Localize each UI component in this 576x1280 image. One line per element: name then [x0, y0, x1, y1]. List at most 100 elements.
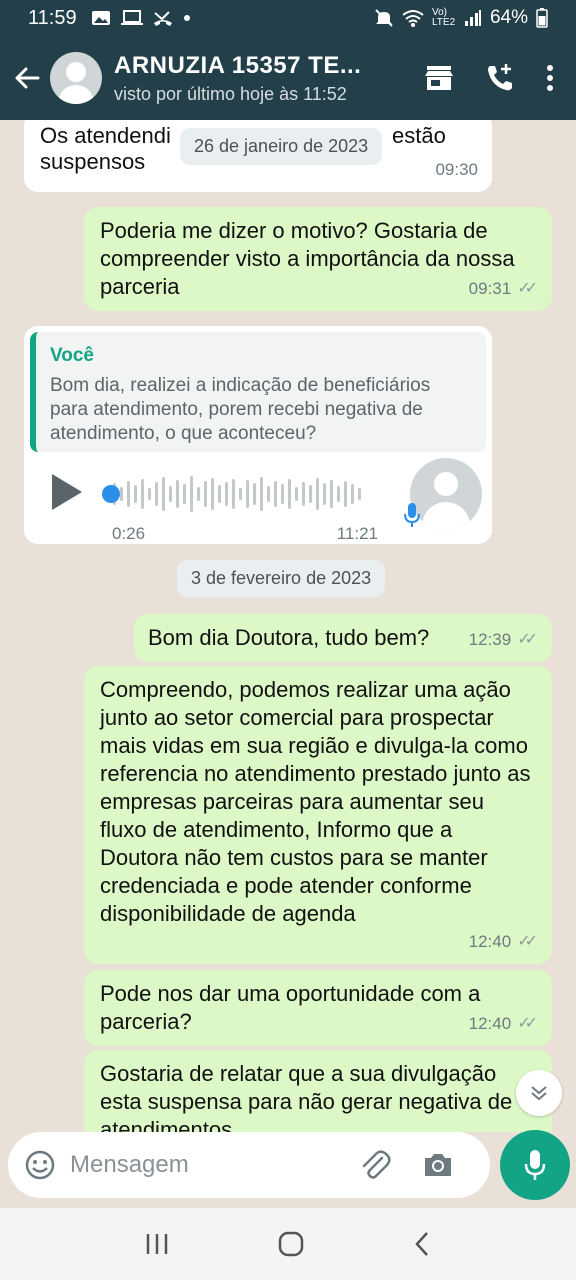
dot-icon — [183, 15, 190, 21]
waveform-bar — [260, 477, 263, 511]
notification-icons — [91, 9, 191, 27]
waveform-bar — [302, 482, 305, 506]
waveform-bar — [190, 476, 193, 512]
gallery-icon — [91, 11, 110, 25]
waveform-bar — [211, 478, 214, 510]
waveform[interactable] — [106, 474, 396, 514]
emoji-icon[interactable] — [24, 1149, 56, 1181]
network-label: Vo) LTE2 — [431, 7, 456, 28]
double-chevron-down-icon — [531, 1086, 547, 1101]
waveform-bar — [204, 481, 207, 507]
message-text: Pode nos dar uma oportunidade com a parc… — [100, 981, 481, 1034]
waveform-bar — [197, 487, 200, 501]
waveform-bar — [295, 487, 298, 501]
double-check-icon: ✓✓ — [517, 933, 538, 950]
message-outgoing[interactable]: Poderia me dizer o motivo? Gostaria de c… — [84, 207, 552, 311]
double-check-icon: ✓✓ — [517, 280, 538, 297]
wifi-icon — [402, 10, 424, 27]
waveform-bar — [253, 483, 256, 505]
message-meta: 12:40 ✓✓ — [469, 1010, 538, 1038]
message-time: 09:31 — [468, 279, 512, 298]
paperclip-icon[interactable] — [358, 1148, 392, 1182]
message-outgoing[interactable]: Compreendo, podemos realizar uma ação ju… — [84, 666, 552, 964]
message-meta: 09:30 — [435, 156, 478, 184]
message-text: Gostaria de relatar que a sua divulgação… — [100, 1061, 513, 1132]
chat-area[interactable]: Os atendendi estão suspensos 09:30 26 de… — [0, 120, 576, 1132]
message-incoming-voice[interactable]: Você Bom dia, realizei a indicação de be… — [24, 326, 492, 544]
message-meta: 12:39 ✓✓ — [469, 626, 538, 654]
message-outgoing[interactable]: Gostaria de relatar que a sua divulgação… — [84, 1050, 552, 1132]
laptop-icon — [120, 10, 143, 25]
message-time: 12:39 — [468, 630, 512, 649]
waveform-bar — [267, 486, 270, 502]
message-text-part: suspensos — [40, 149, 146, 174]
waveform-bar — [288, 479, 291, 509]
store-icon[interactable] — [424, 64, 454, 92]
date-chip: 3 de fevereiro de 2023 — [177, 560, 386, 597]
waveform-bar — [337, 486, 340, 502]
arrow-left-icon — [15, 67, 40, 89]
play-icon[interactable] — [52, 474, 82, 510]
message-time: 11:21 — [336, 524, 378, 543]
quote-text: Bom dia, realizei a indicação de benefic… — [50, 375, 431, 444]
waveform-bar — [155, 482, 158, 506]
waveform-bar — [162, 477, 165, 511]
message-text: Bom dia Doutora, tudo bem? — [148, 625, 430, 650]
waveform-bar — [323, 483, 326, 505]
message-time: 12:40 — [468, 1014, 512, 1033]
status-bar: 11:59 Vo) LTE2 64% — [0, 0, 576, 36]
quoted-message[interactable]: Você Bom dia, realizei a indicação de be… — [30, 332, 486, 452]
contact-avatar[interactable] — [50, 52, 102, 104]
waveform-bar — [246, 480, 249, 508]
date-chip: 26 de janeiro de 2023 — [180, 128, 383, 165]
waveform-bar — [141, 479, 144, 509]
waveform-bar — [344, 481, 347, 507]
back-button[interactable] — [4, 64, 50, 92]
voice-record-button[interactable] — [500, 1130, 570, 1200]
missed-call-icon — [153, 11, 172, 26]
contact-info[interactable]: ARNUZIA 15357 TE... visto por último hoj… — [114, 52, 424, 105]
mic-icon — [404, 503, 420, 527]
signal-icon — [464, 10, 481, 26]
waveform-bar — [225, 482, 228, 506]
back-nav-icon[interactable] — [412, 1231, 432, 1257]
last-seen: visto por último hoje às 11:52 — [114, 83, 347, 104]
waveform-bar — [274, 481, 277, 507]
waveform-bar — [127, 481, 130, 507]
waveform-bar — [316, 478, 319, 510]
status-time: 11:59 — [28, 6, 77, 29]
sender-avatar — [410, 458, 482, 530]
waveform-bar — [134, 485, 137, 503]
waveform-bar — [176, 480, 179, 508]
waveform-bar — [281, 484, 284, 504]
battery-level: 64% — [489, 7, 528, 28]
mic-icon — [524, 1150, 546, 1180]
home-icon[interactable] — [278, 1231, 304, 1257]
message-outgoing[interactable]: Bom dia Doutora, tudo bem? 12:39 ✓✓ — [134, 614, 552, 662]
waveform-bar — [183, 484, 186, 504]
scroll-to-bottom-button[interactable] — [516, 1070, 562, 1116]
mute-icon — [375, 9, 393, 27]
message-outgoing[interactable]: Pode nos dar uma oportunidade com a parc… — [84, 970, 552, 1046]
message-input[interactable] — [70, 1151, 350, 1179]
add-call-icon[interactable] — [484, 62, 516, 94]
message-text: Poderia me dizer o motivo? Gostaria de c… — [100, 218, 515, 299]
waveform-bar — [148, 488, 151, 500]
system-nav-bar — [0, 1208, 576, 1280]
double-check-icon: ✓✓ — [517, 1015, 538, 1032]
message-time: 09:30 — [435, 160, 478, 179]
voice-note: 0:26 11:21 — [44, 458, 482, 543]
message-text: Compreendo, podemos realizar uma ação ju… — [100, 677, 531, 926]
message-time: 12:40 — [468, 932, 512, 951]
battery-icon — [536, 8, 548, 28]
recent-apps-icon[interactable] — [144, 1232, 170, 1256]
camera-icon[interactable] — [422, 1151, 454, 1179]
chat-header: ARNUZIA 15357 TE... visto por último hoj… — [0, 36, 576, 120]
message-meta: 12:40 ✓✓ — [469, 928, 538, 956]
message-text-part: Os atendendi — [40, 123, 171, 148]
message-meta: 09:31 ✓✓ — [469, 275, 538, 303]
more-options-icon[interactable] — [546, 65, 554, 91]
waveform-bar — [120, 487, 123, 501]
playback-slider-thumb[interactable] — [102, 485, 120, 503]
contact-name: ARNUZIA 15357 TE... — [114, 51, 362, 79]
